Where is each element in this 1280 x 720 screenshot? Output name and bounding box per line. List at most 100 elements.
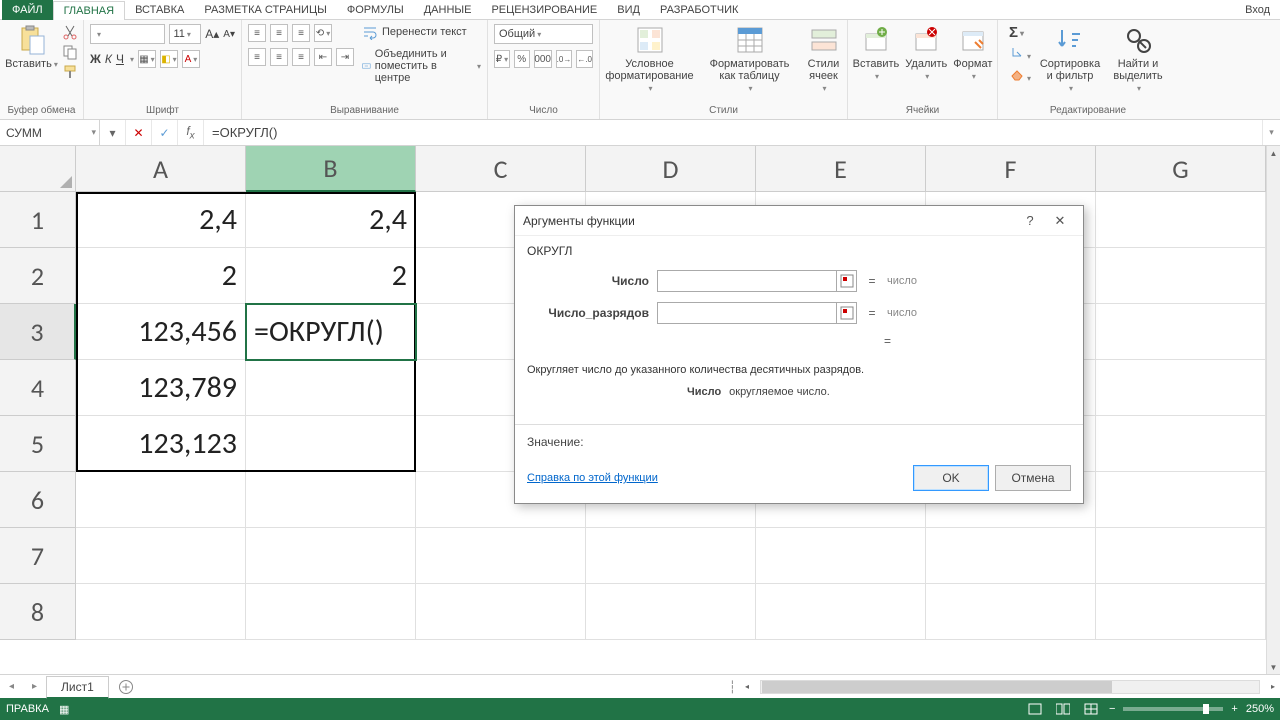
name-box[interactable]: СУММ▾ [0, 120, 100, 145]
sheet-tab[interactable]: Лист1 [46, 676, 109, 699]
argument-input-number[interactable] [657, 270, 837, 292]
format-painter-icon[interactable] [62, 64, 78, 80]
delete-cells-button[interactable]: Удалить [905, 24, 947, 81]
argument-input-digits[interactable] [657, 302, 837, 324]
zoom-level[interactable]: 250% [1246, 703, 1274, 715]
row-header[interactable]: 4 [0, 360, 76, 416]
row-header[interactable]: 8 [0, 584, 76, 640]
comma-format-icon[interactable]: 000 [534, 50, 552, 68]
column-header[interactable]: A [76, 146, 246, 192]
grow-font-icon[interactable]: A▴ [205, 27, 219, 41]
cell[interactable] [756, 584, 926, 640]
cell[interactable]: 123,456 [76, 304, 246, 360]
column-header[interactable]: D [586, 146, 756, 192]
number-format-select[interactable]: Общий [494, 24, 593, 44]
tab-file[interactable]: ФАЙЛ [2, 0, 53, 20]
zoom-slider[interactable] [1123, 707, 1223, 711]
font-family-select[interactable] [90, 24, 165, 44]
accounting-format-icon[interactable]: ₽ [494, 50, 510, 68]
cell[interactable] [1096, 584, 1266, 640]
fill-color-button[interactable]: ◧ [160, 50, 178, 68]
align-middle-icon[interactable]: ≡ [270, 24, 288, 42]
column-header[interactable]: F [926, 146, 1096, 192]
range-picker-button[interactable] [837, 270, 857, 292]
cell[interactable] [1096, 416, 1266, 472]
cell[interactable] [926, 584, 1096, 640]
font-size-select[interactable]: 11 [169, 24, 202, 44]
row-header[interactable]: 3 [0, 304, 76, 360]
align-center-icon[interactable]: ≡ [270, 48, 288, 66]
cell[interactable] [246, 584, 416, 640]
tab-insert[interactable]: ВСТАВКА [125, 0, 194, 20]
cell-styles-button[interactable]: Стили ячеек [802, 24, 846, 93]
range-picker-button[interactable] [837, 302, 857, 324]
align-top-icon[interactable]: ≡ [248, 24, 266, 42]
cell[interactable] [1096, 528, 1266, 584]
column-header[interactable]: G [1096, 146, 1266, 192]
vertical-scrollbar[interactable]: ▲ ▼ [1266, 146, 1280, 674]
align-bottom-icon[interactable]: ≡ [292, 24, 310, 42]
accept-formula-button[interactable]: ✓ [152, 120, 178, 145]
cell[interactable] [1096, 304, 1266, 360]
column-header[interactable]: B [246, 146, 416, 192]
view-page-layout-icon[interactable] [1053, 701, 1073, 717]
indent-increase-icon[interactable]: ⇥ [336, 48, 354, 66]
cell[interactable]: 2 [76, 248, 246, 304]
expand-formula-bar[interactable]: ▾ [1262, 120, 1280, 145]
shrink-font-icon[interactable]: A▾ [223, 29, 235, 40]
cell[interactable] [76, 472, 246, 528]
cell[interactable]: 123,789 [76, 360, 246, 416]
view-page-break-icon[interactable] [1081, 701, 1101, 717]
tab-data[interactable]: ДАННЫЕ [414, 0, 482, 20]
cell[interactable]: =ОКРУГЛ() [246, 304, 416, 360]
insert-function-button[interactable]: fx [178, 120, 204, 145]
autosum-button[interactable]: Σ [1009, 24, 1031, 41]
tab-view[interactable]: ВИД [607, 0, 650, 20]
cell[interactable] [416, 584, 586, 640]
formula-dropdown-icon[interactable]: ▾ [100, 120, 126, 145]
column-header[interactable]: C [416, 146, 586, 192]
cell[interactable] [76, 584, 246, 640]
row-header[interactable]: 1 [0, 192, 76, 248]
tab-formulas[interactable]: ФОРМУЛЫ [337, 0, 414, 20]
horizontal-scrollbar[interactable]: ┆ ◂ ▸ [137, 680, 1280, 694]
copy-icon[interactable] [62, 44, 78, 60]
row-header[interactable]: 7 [0, 528, 76, 584]
cancel-formula-button[interactable]: ✕ [126, 120, 152, 145]
format-as-table-button[interactable]: Форматировать как таблицу [710, 24, 790, 93]
dialog-close-button[interactable]: ✕ [1045, 213, 1075, 229]
zoom-out-button[interactable]: − [1109, 703, 1115, 715]
dialog-titlebar[interactable]: Аргументы функции ? ✕ [515, 206, 1083, 236]
underline-button[interactable]: Ч [116, 52, 124, 66]
tab-developer[interactable]: РАЗРАБОТЧИК [650, 0, 748, 20]
select-all-button[interactable] [0, 146, 76, 192]
dialog-help-button[interactable]: ? [1015, 213, 1045, 228]
conditional-formatting-button[interactable]: Условное форматирование [602, 24, 698, 93]
cell[interactable]: 2,4 [76, 192, 246, 248]
scroll-up-icon[interactable]: ▲ [1267, 146, 1280, 160]
border-button[interactable]: ▦ [138, 50, 156, 68]
cell[interactable]: 123,123 [76, 416, 246, 472]
fill-button[interactable] [1009, 44, 1031, 63]
format-cells-button[interactable]: Формат [953, 24, 992, 81]
cell[interactable] [1096, 192, 1266, 248]
cell[interactable] [586, 584, 756, 640]
row-header[interactable]: 6 [0, 472, 76, 528]
percent-format-icon[interactable]: % [514, 50, 530, 68]
cell[interactable] [246, 360, 416, 416]
font-color-button[interactable]: A [182, 50, 200, 68]
clear-button[interactable] [1009, 66, 1031, 85]
cell[interactable] [1096, 360, 1266, 416]
cancel-button[interactable]: Отмена [995, 465, 1071, 491]
cut-icon[interactable] [62, 24, 78, 40]
find-select-button[interactable]: Найти и выделить [1109, 24, 1167, 93]
indent-decrease-icon[interactable]: ⇤ [314, 48, 332, 66]
cell[interactable] [246, 472, 416, 528]
cell[interactable] [246, 528, 416, 584]
add-sheet-button[interactable] [115, 676, 137, 698]
orientation-icon[interactable]: ⟲ [314, 24, 332, 42]
insert-cells-button[interactable]: Вставить [853, 24, 900, 81]
row-header[interactable]: 2 [0, 248, 76, 304]
ok-button[interactable]: OK [913, 465, 989, 491]
row-header[interactable]: 5 [0, 416, 76, 472]
